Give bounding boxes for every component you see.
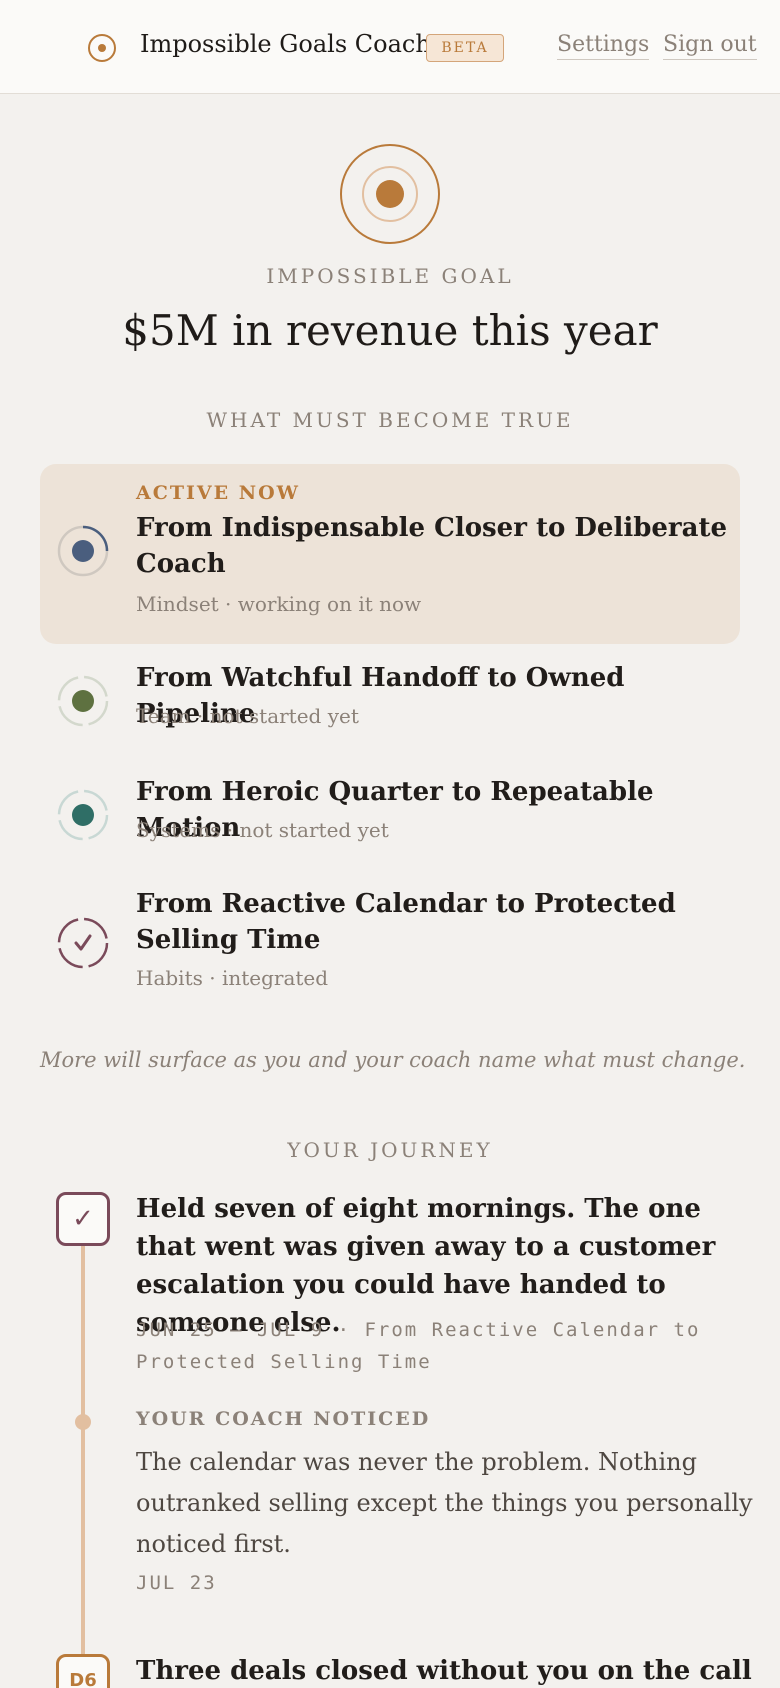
timeline-line (81, 1246, 85, 1688)
app-title: Impossible Goals Coach (140, 30, 431, 58)
surface-note: More will surface as you and your coach … (40, 1048, 746, 1072)
shift-meta: Systems · not started yet (136, 818, 389, 842)
coach-note-text: The calendar was never the problem. Noth… (136, 1448, 753, 1558)
progress-ring-icon (57, 675, 109, 727)
goal-title: $5M in revenue this year (122, 306, 658, 355)
check-ring-icon (57, 917, 109, 969)
beta-badge: BETA (426, 34, 504, 62)
check-icon: ✓ (56, 1192, 110, 1246)
sign-out-link[interactable]: Sign out (663, 31, 757, 60)
truths-kicker: WHAT MUST BECOME TRUE (206, 408, 574, 432)
progress-ring-icon (57, 789, 109, 841)
journey-entry-meta: JUN 25 – JUL 9 · From Reactive Calendar … (136, 1319, 701, 1373)
target-icon (88, 34, 116, 62)
progress-ring-icon (57, 525, 109, 577)
goal-kicker: IMPOSSIBLE GOAL (266, 264, 514, 288)
journey-entry-title: Three deals closed without you on the ca… (136, 1656, 752, 1686)
app-header: Impossible Goals Coach BETA Settings Sig… (0, 0, 780, 94)
goal-target-icon (340, 144, 440, 244)
timeline-dot (75, 1414, 91, 1430)
journey-kicker: YOUR JOURNEY (287, 1138, 493, 1162)
coach-note-date: JUL 23 (136, 1572, 217, 1594)
shift-title: From Reactive Calendar to Protected Sell… (136, 889, 676, 955)
shift-title: From Indispensable Closer to Deliberate … (136, 513, 728, 579)
settings-link[interactable]: Settings (557, 31, 650, 60)
shift-meta: Habits · integrated (136, 966, 329, 990)
active-now-label: ACTIVE NOW (136, 482, 300, 504)
day-badge: D6 (56, 1654, 110, 1688)
shift-meta: Team · not started yet (136, 704, 359, 728)
coach-noticed-kicker: YOUR COACH NOTICED (136, 1408, 431, 1430)
shift-meta: Mindset · working on it now (136, 592, 422, 616)
